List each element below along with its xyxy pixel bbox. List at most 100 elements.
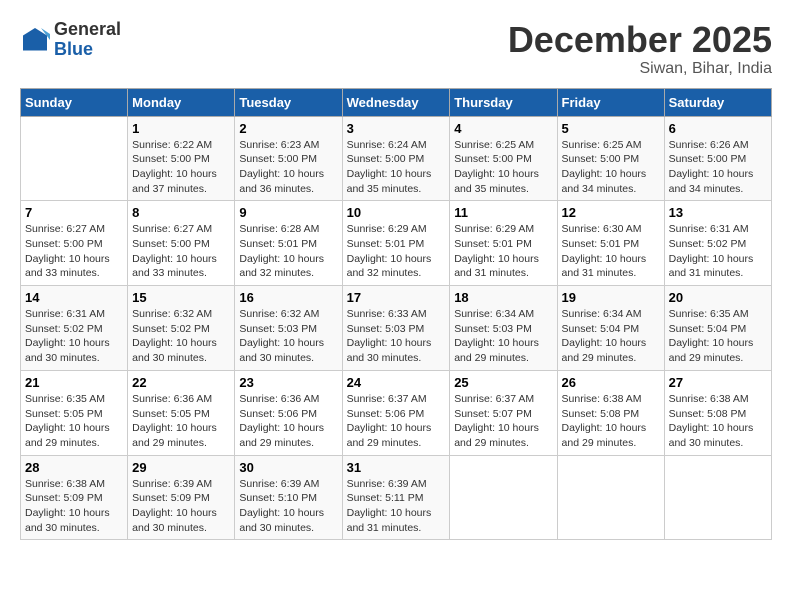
day-info: Sunrise: 6:39 AMSunset: 5:11 PMDaylight:…: [347, 478, 432, 534]
day-number: 31: [347, 460, 446, 475]
day-number: 9: [239, 205, 337, 220]
day-info: Sunrise: 6:39 AMSunset: 5:10 PMDaylight:…: [239, 478, 324, 534]
day-info: Sunrise: 6:25 AMSunset: 5:00 PMDaylight:…: [454, 139, 539, 195]
day-info: Sunrise: 6:28 AMSunset: 5:01 PMDaylight:…: [239, 223, 324, 279]
calendar-cell: 17 Sunrise: 6:33 AMSunset: 5:03 PMDayligh…: [342, 286, 450, 371]
day-number: 1: [132, 121, 230, 136]
calendar-cell: [557, 455, 664, 540]
calendar-header-row: SundayMondayTuesdayWednesdayThursdayFrid…: [21, 88, 772, 116]
day-number: 22: [132, 375, 230, 390]
day-info: Sunrise: 6:36 AMSunset: 5:06 PMDaylight:…: [239, 393, 324, 449]
logo-blue-text: Blue: [54, 39, 93, 59]
day-number: 13: [669, 205, 767, 220]
calendar-cell: 25Sunrise: 6:37 AMSunset: 5:07 PMDayligh…: [450, 370, 557, 455]
day-info: Sunrise: 6:36 AMSunset: 5:05 PMDaylight:…: [132, 393, 217, 449]
day-number: 19: [562, 290, 660, 305]
calendar-cell: 6Sunrise: 6:26 AMSunset: 5:00 PMDaylight…: [664, 116, 771, 201]
day-info: Sunrise: 6:32 AMSunset: 5:03 PMDaylight:…: [239, 308, 324, 364]
calendar-cell: 13 Sunrise: 6:31 AMSunset: 5:02 PMDayligh…: [664, 201, 771, 286]
calendar-cell: 7 Sunrise: 6:27 AMSunset: 5:00 PMDaylight…: [21, 201, 128, 286]
calendar-cell: 8 Sunrise: 6:27 AMSunset: 5:00 PMDaylight…: [128, 201, 235, 286]
day-info: Sunrise: 6:33 AMSunset: 5:03 PMDaylight:…: [347, 308, 432, 364]
day-header-saturday: Saturday: [664, 88, 771, 116]
calendar-cell: 3 Sunrise: 6:24 AMSunset: 5:00 PMDaylight…: [342, 116, 450, 201]
day-number: 28: [25, 460, 123, 475]
calendar-cell: 4 Sunrise: 6:25 AMSunset: 5:00 PMDaylight…: [450, 116, 557, 201]
day-number: 21: [25, 375, 123, 390]
day-header-monday: Monday: [128, 88, 235, 116]
day-header-tuesday: Tuesday: [235, 88, 342, 116]
calendar-week-2: 7 Sunrise: 6:27 AMSunset: 5:00 PMDaylight…: [21, 201, 772, 286]
calendar-cell: 30 Sunrise: 6:39 AMSunset: 5:10 PMDayligh…: [235, 455, 342, 540]
location-title: Siwan, Bihar, India: [508, 60, 772, 78]
day-number: 23: [239, 375, 337, 390]
calendar-body: 1 Sunrise: 6:22 AMSunset: 5:00 PMDaylight…: [21, 116, 772, 540]
calendar-week-4: 21Sunrise: 6:35 AMSunset: 5:05 PMDayligh…: [21, 370, 772, 455]
day-number: 11: [454, 205, 552, 220]
day-info: Sunrise: 6:24 AMSunset: 5:00 PMDaylight:…: [347, 139, 432, 195]
title-area: December 2025 Siwan, Bihar, India: [508, 20, 772, 78]
day-number: 30: [239, 460, 337, 475]
calendar-cell: 21Sunrise: 6:35 AMSunset: 5:05 PMDayligh…: [21, 370, 128, 455]
calendar-cell: 15Sunrise: 6:32 AMSunset: 5:02 PMDayligh…: [128, 286, 235, 371]
day-info: Sunrise: 6:25 AMSunset: 5:00 PMDaylight:…: [562, 139, 647, 195]
calendar-week-5: 28Sunrise: 6:38 AMSunset: 5:09 PMDayligh…: [21, 455, 772, 540]
calendar-cell: 24 Sunrise: 6:37 AMSunset: 5:06 PMDayligh…: [342, 370, 450, 455]
calendar-cell: 22 Sunrise: 6:36 AMSunset: 5:05 PMDayligh…: [128, 370, 235, 455]
logo-icon: [20, 25, 50, 55]
logo-general-text: General: [54, 19, 121, 39]
day-number: 25: [454, 375, 552, 390]
day-number: 3: [347, 121, 446, 136]
day-header-thursday: Thursday: [450, 88, 557, 116]
day-info: Sunrise: 6:27 AMSunset: 5:00 PMDaylight:…: [25, 223, 110, 279]
day-info: Sunrise: 6:38 AMSunset: 5:08 PMDaylight:…: [669, 393, 754, 449]
day-number: 14: [25, 290, 123, 305]
calendar-week-3: 14 Sunrise: 6:31 AMSunset: 5:02 PMDayligh…: [21, 286, 772, 371]
calendar-cell: 9 Sunrise: 6:28 AMSunset: 5:01 PMDaylight…: [235, 201, 342, 286]
day-info: Sunrise: 6:32 AMSunset: 5:02 PMDaylight:…: [132, 308, 217, 364]
logo: General Blue: [20, 20, 121, 60]
day-header-wednesday: Wednesday: [342, 88, 450, 116]
calendar-cell: 10 Sunrise: 6:29 AMSunset: 5:01 PMDayligh…: [342, 201, 450, 286]
day-info: Sunrise: 6:37 AMSunset: 5:06 PMDaylight:…: [347, 393, 432, 449]
day-number: 12: [562, 205, 660, 220]
calendar-cell: [664, 455, 771, 540]
day-number: 5: [562, 121, 660, 136]
day-number: 17: [347, 290, 446, 305]
day-number: 20: [669, 290, 767, 305]
day-number: 29: [132, 460, 230, 475]
day-info: Sunrise: 6:29 AMSunset: 5:01 PMDaylight:…: [347, 223, 432, 279]
calendar-cell: 16 Sunrise: 6:32 AMSunset: 5:03 PMDayligh…: [235, 286, 342, 371]
day-info: Sunrise: 6:29 AMSunset: 5:01 PMDaylight:…: [454, 223, 539, 279]
day-info: Sunrise: 6:34 AMSunset: 5:03 PMDaylight:…: [454, 308, 539, 364]
calendar-cell: 28Sunrise: 6:38 AMSunset: 5:09 PMDayligh…: [21, 455, 128, 540]
day-info: Sunrise: 6:31 AMSunset: 5:02 PMDaylight:…: [669, 223, 754, 279]
day-number: 2: [239, 121, 337, 136]
calendar-cell: 2Sunrise: 6:23 AMSunset: 5:00 PMDaylight…: [235, 116, 342, 201]
day-info: Sunrise: 6:39 AMSunset: 5:09 PMDaylight:…: [132, 478, 217, 534]
calendar-cell: 11 Sunrise: 6:29 AMSunset: 5:01 PMDayligh…: [450, 201, 557, 286]
day-number: 24: [347, 375, 446, 390]
day-header-friday: Friday: [557, 88, 664, 116]
day-info: Sunrise: 6:31 AMSunset: 5:02 PMDaylight:…: [25, 308, 110, 364]
calendar-cell: 20Sunrise: 6:35 AMSunset: 5:04 PMDayligh…: [664, 286, 771, 371]
day-number: 10: [347, 205, 446, 220]
day-info: Sunrise: 6:38 AMSunset: 5:08 PMDaylight:…: [562, 393, 647, 449]
day-number: 4: [454, 121, 552, 136]
day-info: Sunrise: 6:30 AMSunset: 5:01 PMDaylight:…: [562, 223, 647, 279]
calendar-table: SundayMondayTuesdayWednesdayThursdayFrid…: [20, 88, 772, 541]
calendar-cell: 23 Sunrise: 6:36 AMSunset: 5:06 PMDayligh…: [235, 370, 342, 455]
calendar-week-1: 1 Sunrise: 6:22 AMSunset: 5:00 PMDaylight…: [21, 116, 772, 201]
header: General Blue December 2025 Siwan, Bihar,…: [20, 20, 772, 78]
calendar-cell: 5 Sunrise: 6:25 AMSunset: 5:00 PMDaylight…: [557, 116, 664, 201]
day-number: 8: [132, 205, 230, 220]
calendar-cell: 12 Sunrise: 6:30 AMSunset: 5:01 PMDayligh…: [557, 201, 664, 286]
day-number: 27: [669, 375, 767, 390]
day-info: Sunrise: 6:34 AMSunset: 5:04 PMDaylight:…: [562, 308, 647, 364]
day-info: Sunrise: 6:27 AMSunset: 5:00 PMDaylight:…: [132, 223, 217, 279]
day-number: 7: [25, 205, 123, 220]
calendar-cell: [21, 116, 128, 201]
calendar-cell: 18Sunrise: 6:34 AMSunset: 5:03 PMDayligh…: [450, 286, 557, 371]
day-number: 16: [239, 290, 337, 305]
day-info: Sunrise: 6:22 AMSunset: 5:00 PMDaylight:…: [132, 139, 217, 195]
